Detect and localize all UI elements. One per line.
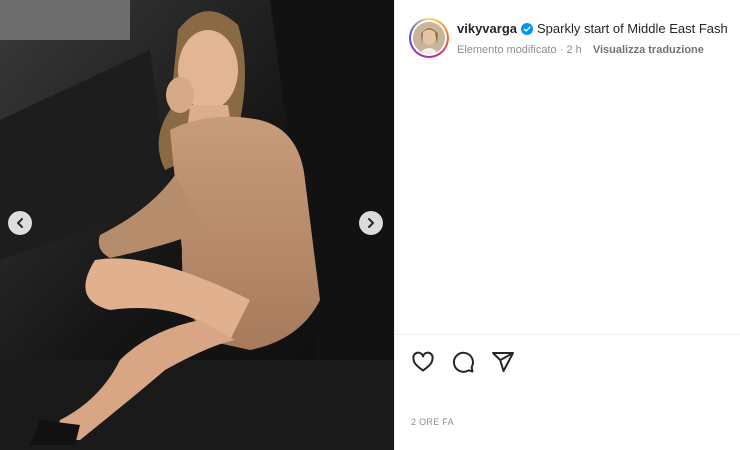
avatar-image [413,22,445,54]
chevron-right-icon [368,218,374,228]
send-icon[interactable] [491,350,515,374]
separator: · [559,44,564,56]
heart-icon[interactable] [411,350,435,374]
post-caption: Sparkly start of Middle East Fash [537,21,728,36]
next-slide-button[interactable] [359,211,383,235]
verified-badge-icon [521,22,533,35]
post-timestamp: 2 ORE FA [411,417,454,427]
previous-slide-button[interactable] [8,211,32,235]
post-photo [0,0,394,450]
avatar[interactable] [409,18,449,58]
post-side-panel: vikyvarga Sparkly start of Middle East F… [394,0,740,450]
username-link[interactable]: vikyvarga [457,21,517,36]
instagram-post: vikyvarga Sparkly start of Middle East F… [0,0,740,450]
comment-icon[interactable] [451,350,475,374]
chevron-left-icon [17,218,23,228]
action-bar [411,350,515,374]
edited-label: Elemento modificato [457,44,557,56]
divider [395,334,740,335]
post-header: vikyvarga Sparkly start of Middle East F… [409,18,728,58]
post-age[interactable]: 2 h [566,44,581,56]
translate-link[interactable]: Visualizza traduzione [593,44,704,56]
post-media[interactable] [0,0,394,450]
post-meta: vikyvarga Sparkly start of Middle East F… [457,18,728,58]
